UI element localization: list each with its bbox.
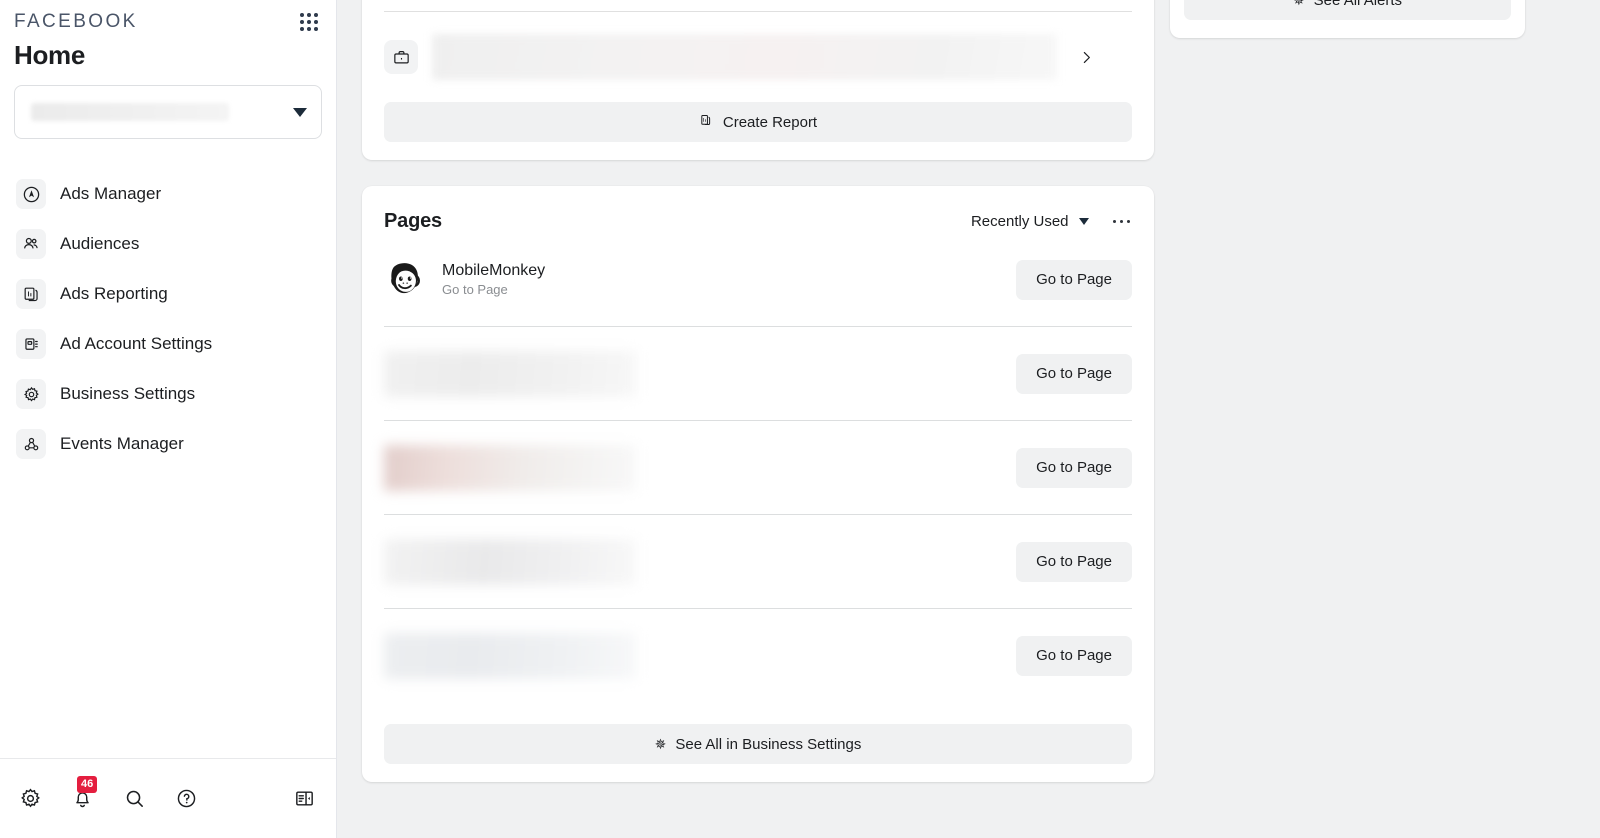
go-to-page-button[interactable]: Go to Page [1016,353,1132,394]
list-item: Go to Page [362,515,1154,608]
account-selector-value-redacted [31,103,229,121]
ads-manager-icon [16,179,46,209]
chevron-right-icon[interactable] [1071,49,1101,66]
pages-header-actions: Recently Used [971,213,1132,230]
pages-card: Pages Recently Used MobileMonkey Go to P… [362,186,1154,782]
account-selector[interactable] [14,85,322,139]
report-row[interactable] [362,12,1154,80]
ads-reporting-icon [16,279,46,309]
list-item: MobileMonkey Go to Page Go to Page [362,233,1154,326]
page-subtitle: Go to Page [442,282,508,298]
alerts-card: ✵ See All Alerts [1170,0,1525,38]
pages-title: Pages [384,210,442,232]
sidebar-item-business-settings[interactable]: Business Settings [14,369,322,419]
sidebar-item-events-manager[interactable]: Events Manager [14,419,322,469]
gear-icon: ✵ [1292,0,1305,8]
reports-card: Create Report [362,0,1154,160]
see-all-alerts-button[interactable]: ✵ See All Alerts [1184,0,1511,20]
sidebar-nav: Ads Manager Audiences Ads Reporting Ad A… [0,169,336,469]
chevron-down-icon [293,107,307,117]
sidebar-bottom-toolbar: 46 [0,758,336,838]
page-name-redacted [384,350,636,397]
page-title: Home [14,40,86,70]
center-column: Create Report Pages Recently Used Mobile… [362,0,1154,782]
bell-icon[interactable]: 46 [68,775,98,813]
main-content: Create Report Pages Recently Used Mobile… [337,0,1600,838]
app-grid-icon[interactable] [298,11,320,33]
pages-sort-dropdown[interactable]: Recently Used [971,213,1089,230]
see-all-business-settings-button[interactable]: ✵ See All in Business Settings [384,724,1132,764]
monkey-avatar [384,259,424,300]
create-report-button[interactable]: Create Report [384,102,1132,142]
go-to-page-button[interactable]: Go to Page [1016,541,1132,582]
sidebar-toolbar-icons: 46 [16,775,290,813]
business-settings-gear-icon [16,379,46,409]
page-name: MobileMonkey [442,261,546,279]
sidebar-item-label: Business Settings [60,384,196,403]
pages-sort-label: Recently Used [970,213,1069,230]
facebook-wordmark: FACEBOOK [14,11,138,32]
list-item: Go to Page [362,421,1154,514]
notification-badge: 46 [77,775,98,793]
report-row-value-redacted [432,34,1057,80]
sidebar-item-label: Ad Account Settings [60,334,213,353]
go-to-page-button[interactable]: Go to Page [1016,635,1132,676]
gear-icon: ✵ [654,736,667,752]
events-manager-icon [16,429,46,459]
report-icon [699,113,714,132]
sidebar-header: FACEBOOK [0,0,336,34]
see-all-business-settings-label: See All in Business Settings [675,735,862,753]
list-item: Go to Page [362,609,1154,702]
ad-account-settings-icon [16,329,46,359]
collapse-panel-icon[interactable] [290,785,318,813]
sidebar: FACEBOOK Home Ads Manager Audiences Ads … [0,0,337,838]
right-column: ✵ See All Alerts [1170,0,1525,38]
audiences-icon [16,229,46,259]
list-item: Go to Page [362,327,1154,420]
sidebar-item-label: Ads Reporting [60,284,168,303]
sidebar-item-ads-manager[interactable]: Ads Manager [14,169,322,219]
page-row-info: MobileMonkey Go to Page [384,259,545,300]
pages-card-header: Pages Recently Used [362,186,1154,233]
sidebar-item-ad-account-settings[interactable]: Ad Account Settings [14,319,322,369]
sidebar-item-ads-reporting[interactable]: Ads Reporting [14,269,322,319]
help-question-icon[interactable] [172,785,200,813]
sidebar-item-label: Ads Manager [60,184,162,203]
search-icon[interactable] [120,785,148,813]
page-row-text: MobileMonkey Go to Page [442,260,545,300]
sidebar-item-label: Audiences [60,234,140,253]
business-manager-home: FACEBOOK Home Ads Manager Audiences Ads … [0,0,1600,838]
create-report-label: Create Report [722,113,818,131]
alerts-card-body: ✵ See All Alerts [1170,0,1525,20]
more-horizontal-icon[interactable] [1111,214,1133,230]
sidebar-item-label: Events Manager [60,434,184,453]
go-to-page-button[interactable]: Go to Page [1016,259,1132,300]
page-name-redacted [384,538,636,585]
briefcase-icon [384,40,418,74]
gear-icon[interactable] [16,785,44,813]
chevron-down-icon [1078,218,1089,225]
page-name-redacted [384,444,636,491]
page-name-redacted [384,632,636,679]
sidebar-item-audiences[interactable]: Audiences [14,219,322,269]
see-all-alerts-label: See All Alerts [1313,0,1403,9]
go-to-page-button[interactable]: Go to Page [1016,447,1132,488]
